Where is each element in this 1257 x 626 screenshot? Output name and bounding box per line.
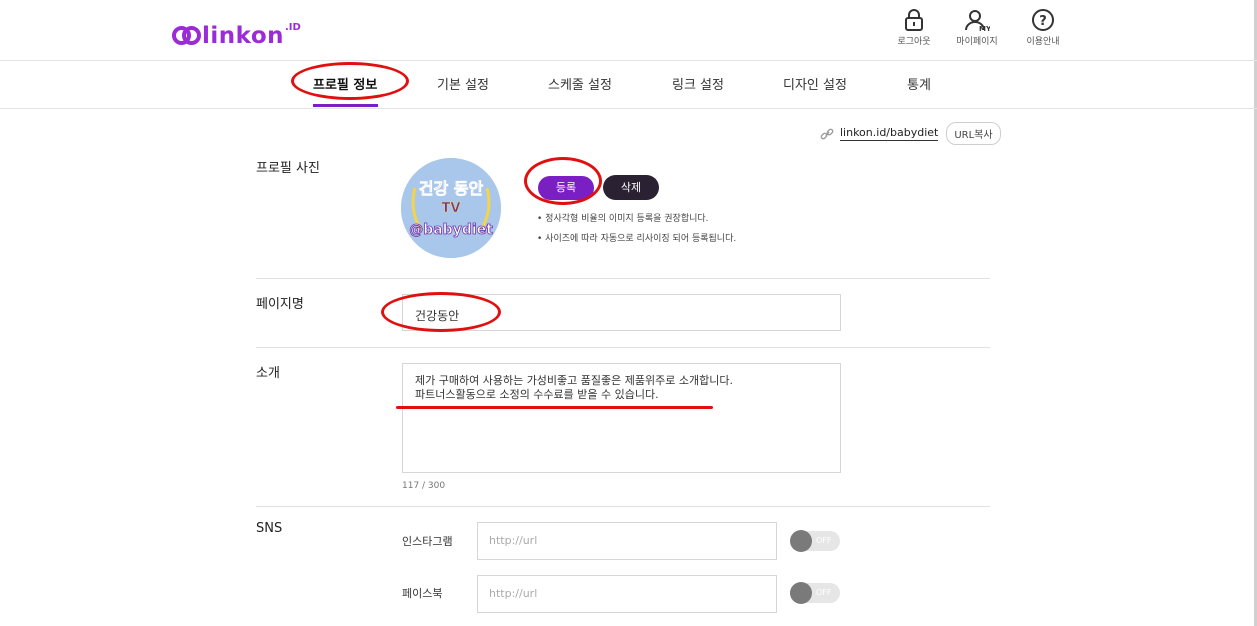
logo-superscript: .ID [285,21,301,33]
intro-value: 제가 구매하여 사용하는 가성비좋고 품질좋은 제품위주로 소개합니다. 파트너… [415,374,733,401]
photo-note-1: • 정사각형 비율의 이미지 등록을 권장합니다. [537,214,709,224]
instagram-url-input[interactable]: http://url [477,522,777,560]
link-icon [820,128,834,139]
divider [256,278,990,279]
svg-text:건강 동안: 건강 동안 [419,179,484,198]
profile-url-link[interactable]: linkon.id/babydiet [840,126,939,141]
help-label: 이용안내 [1026,37,1060,47]
lock-icon [905,9,923,31]
help-icon: ? [1032,9,1054,31]
intro-textarea[interactable]: 제가 구매하여 사용하는 가성비좋고 품질좋은 제품위주로 소개합니다. 파트너… [402,363,841,473]
avatar-image: 건강 동안 TV @babydiet [401,158,501,258]
logout-label: 로그아웃 [897,37,931,47]
toggle-knob [790,530,812,552]
annotation-circle-register [524,157,602,205]
instagram-label: 인스타그램 [402,535,453,548]
logo[interactable]: linkon .ID [172,22,301,50]
tab-schedule-settings[interactable]: 스케줄 설정 [548,74,612,93]
page-name-label: 페이지명 [256,297,304,312]
instagram-toggle[interactable]: OFF [790,530,840,552]
facebook-url-input[interactable]: http://url [477,575,777,613]
header: linkon .ID 로그아웃 MY 마이페이지 ? 이용안내 [0,0,1257,61]
svg-text:?: ? [1039,14,1047,29]
mypage-button[interactable]: MY 마이페이지 [947,8,1007,47]
intro-char-counter: 117 / 300 [402,481,446,491]
annotation-underline-intro [396,406,713,409]
tab-basic-settings[interactable]: 기본 설정 [437,74,489,93]
toggle-state: OFF [816,588,832,597]
sns-label: SNS [256,521,283,536]
logo-mark-icon [172,25,201,47]
mypage-label: 마이페이지 [956,37,998,47]
tab-statistics[interactable]: 통계 [907,74,931,93]
avatar: 건강 동안 TV @babydiet [401,158,501,258]
profile-photo-label: 프로필 사진 [256,161,320,176]
intro-label: 소개 [256,366,280,381]
annotation-circle-tab [291,62,409,100]
tab-bar: 프로필 정보 기본 설정 스케줄 설정 링크 설정 디자인 설정 통계 [0,61,1257,109]
divider [256,506,990,507]
photo-note-2: • 사이즈에 따라 자동으로 리사이징 되어 등록됩니다. [537,234,737,244]
active-tab-indicator [313,104,378,107]
tab-design-settings[interactable]: 디자인 설정 [783,74,847,93]
svg-text:TV: TV [442,201,461,216]
user-icon: MY [965,10,990,32]
toggle-knob [790,582,812,604]
profile-url-row: linkon.id/babydiet URL복사 [820,122,1001,145]
logo-text: linkon [202,23,284,49]
url-copy-button[interactable]: URL복사 [946,122,1001,145]
toggle-state: OFF [816,536,832,545]
logout-button[interactable]: 로그아웃 [884,8,944,47]
delete-photo-button[interactable]: 삭제 [603,175,659,200]
help-button[interactable]: ? 이용안내 [1013,8,1073,47]
divider [256,347,990,348]
svg-text:@babydiet: @babydiet [409,222,493,238]
facebook-label: 페이스북 [402,587,443,600]
tab-link-settings[interactable]: 링크 설정 [672,74,724,93]
facebook-toggle[interactable]: OFF [790,582,840,604]
annotation-circle-page-name [381,292,501,332]
svg-text:MY: MY [979,25,990,32]
